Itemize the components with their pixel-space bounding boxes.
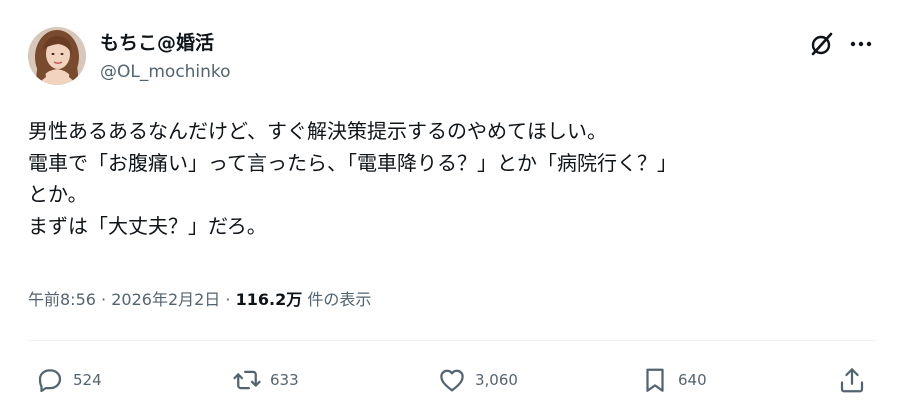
post-time[interactable]: 午前8:56 bbox=[28, 290, 96, 309]
grok-icon[interactable] bbox=[808, 30, 836, 58]
meta-separator: · bbox=[101, 290, 107, 309]
more-icon[interactable] bbox=[846, 30, 876, 58]
like-button[interactable]: 3,060 bbox=[437, 364, 518, 396]
heart-icon bbox=[440, 369, 464, 392]
post-text-line: 電車で「お腹痛い」って言ったら、「電車降りる？」とか「病院行く？」 bbox=[28, 150, 677, 175]
post-card: もちこ@婚活 @OL_mochinko 男性あるあるなんだけど、すぐ解決策提示す… bbox=[0, 0, 901, 418]
post-meta: 午前8:56 · 2026年2月2日 · 116.2万 件の表示 bbox=[28, 286, 371, 310]
share-button[interactable] bbox=[837, 364, 867, 396]
avatar[interactable] bbox=[28, 27, 86, 85]
reply-button[interactable]: 524 bbox=[35, 364, 102, 396]
divider bbox=[28, 340, 876, 341]
repost-count: 633 bbox=[270, 371, 299, 389]
like-count: 3,060 bbox=[475, 371, 518, 389]
repost-icon bbox=[233, 370, 261, 390]
meta-separator: · bbox=[225, 290, 231, 309]
reply-count: 524 bbox=[73, 371, 102, 389]
user-handle[interactable]: @OL_mochinko bbox=[100, 62, 231, 82]
views-label: 件の表示 bbox=[307, 290, 372, 309]
post-date[interactable]: 2026年2月2日 bbox=[111, 290, 220, 309]
post-text-line: 男性あるあるなんだけど、すぐ解決策提示するのやめてほしい。 bbox=[28, 119, 607, 143]
share-icon bbox=[840, 368, 864, 393]
bookmark-count: 640 bbox=[678, 371, 707, 389]
display-name[interactable]: もちこ@婚活 bbox=[100, 28, 214, 55]
bookmark-icon bbox=[646, 368, 664, 392]
views-count[interactable]: 116.2万 bbox=[236, 290, 303, 309]
post-text: 男性あるあるなんだけど、すぐ解決策提示するのやめてほしい。 電車で「お腹痛い」っ… bbox=[28, 116, 878, 242]
repost-button[interactable]: 633 bbox=[232, 364, 299, 396]
avatar-photo-icon bbox=[28, 27, 86, 85]
bookmark-button[interactable]: 640 bbox=[640, 364, 707, 396]
post-text-line: とか。 bbox=[28, 182, 88, 206]
reply-icon bbox=[38, 369, 62, 393]
post-text-line: まずは「大丈夫？」だろ。 bbox=[28, 213, 267, 238]
